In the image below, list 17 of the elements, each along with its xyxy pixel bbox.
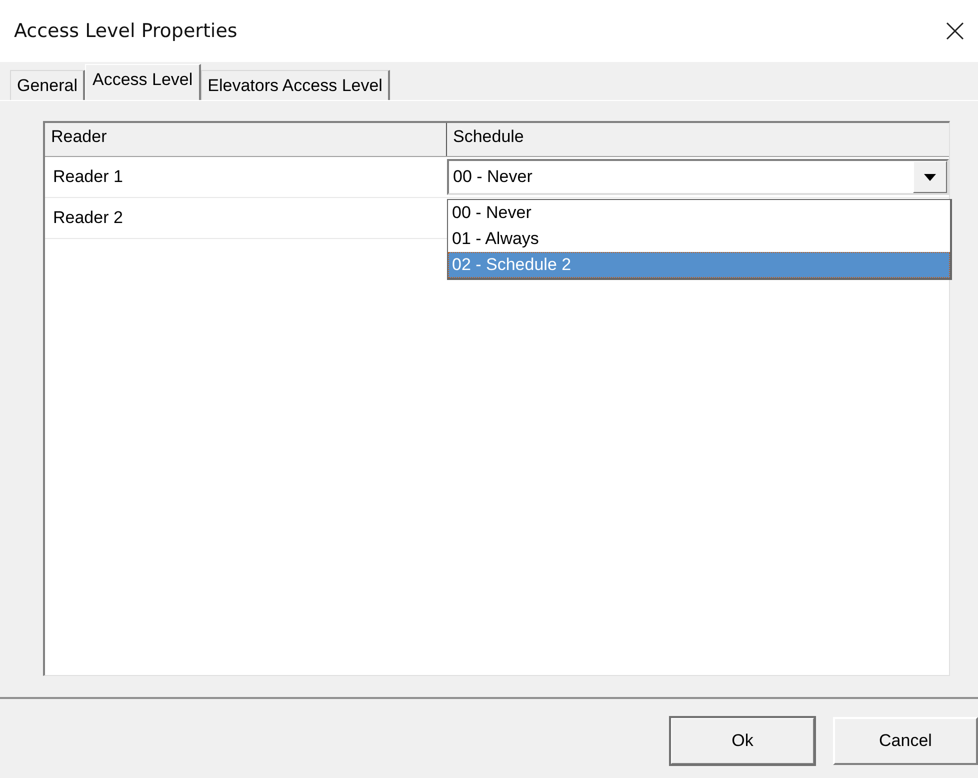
tab[interactable]: General [10,70,86,100]
dropdown-button[interactable] [913,161,947,193]
window-title: Access Level Properties [14,20,238,42]
column-header[interactable]: Schedule [447,123,949,156]
dropdown-option[interactable]: 00 - Never [448,200,950,226]
ok-button[interactable]: Ok [670,717,815,765]
caret-icon [924,174,936,180]
close-icon[interactable] [946,22,964,40]
schedule-combo[interactable]: 00 - Never [447,159,949,195]
combo-value: 00 - Never [453,167,532,187]
column-header[interactable]: Reader [45,123,447,156]
table-cell-text: Reader 2 [52,207,124,229]
cancel-button[interactable]: Cancel [833,717,978,765]
table-cell-text: Reader 1 [52,166,124,188]
dropdown-option[interactable]: 01 - Always [448,226,950,252]
tab[interactable]: Access Level [85,64,201,100]
tab[interactable]: Elevators Access Level [200,70,390,100]
